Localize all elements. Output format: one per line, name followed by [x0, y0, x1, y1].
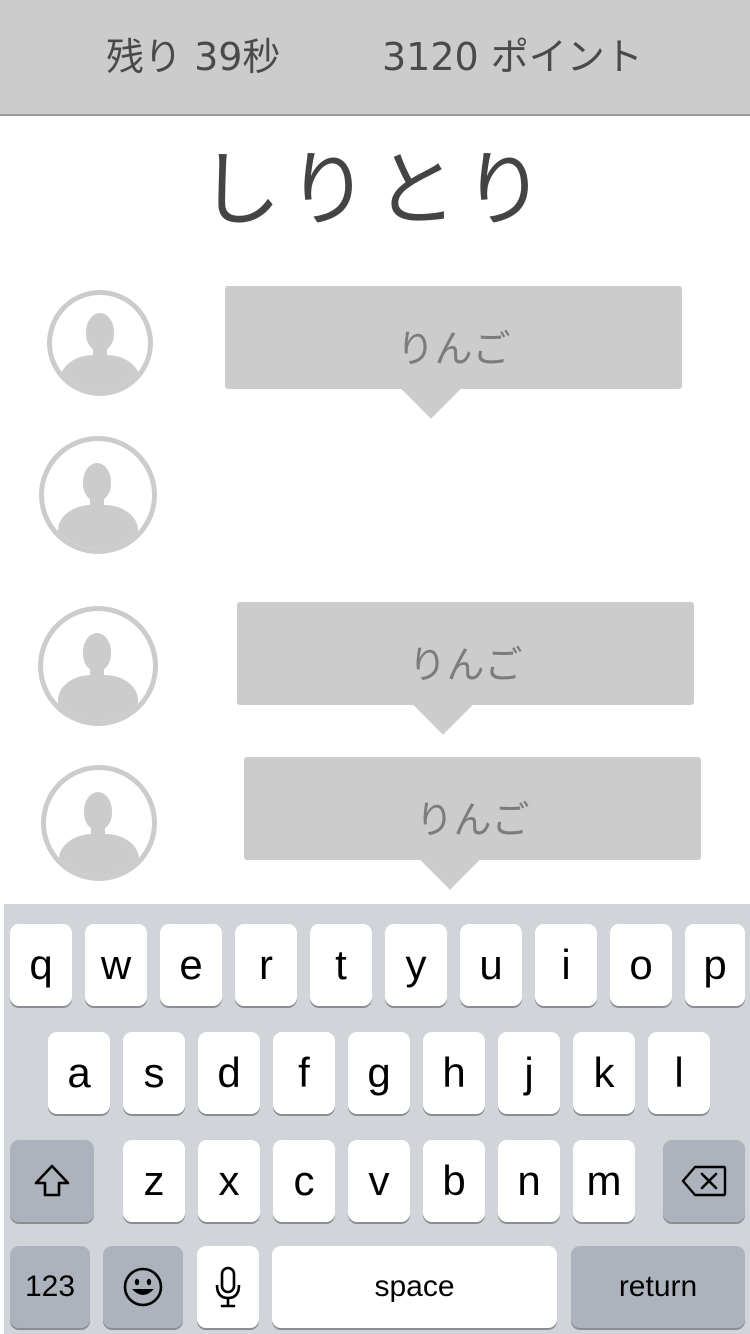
key-c[interactable]: c	[273, 1140, 335, 1222]
key-i[interactable]: i	[535, 924, 597, 1006]
key-f[interactable]: f	[273, 1032, 335, 1114]
key-p[interactable]: p	[685, 924, 745, 1006]
backspace-icon	[681, 1165, 727, 1197]
key-a[interactable]: a	[48, 1032, 110, 1114]
emoji-key[interactable]	[103, 1246, 183, 1328]
space-key[interactable]: space	[272, 1246, 557, 1328]
numbers-key[interactable]: 123	[10, 1246, 90, 1328]
player-avatar-3	[38, 606, 158, 726]
message-bubble-4: りんご	[244, 757, 701, 860]
microphone-icon	[215, 1266, 241, 1308]
points-display: 3120 ポイント	[382, 35, 643, 79]
key-h[interactable]: h	[423, 1032, 485, 1114]
onscreen-keyboard: q w e r t y u i o p a s d f g h j k l z …	[4, 904, 750, 1334]
key-z[interactable]: z	[123, 1140, 185, 1222]
key-v[interactable]: v	[348, 1140, 410, 1222]
status-header: 残り 39秒 3120 ポイント	[0, 0, 750, 116]
key-t[interactable]: t	[310, 924, 372, 1006]
backspace-key[interactable]	[663, 1140, 745, 1222]
player-avatar-4	[41, 765, 157, 881]
key-m[interactable]: m	[573, 1140, 635, 1222]
player-avatar-1	[47, 290, 153, 396]
shift-icon	[34, 1164, 70, 1197]
key-l[interactable]: l	[648, 1032, 710, 1114]
key-n[interactable]: n	[498, 1140, 560, 1222]
key-o[interactable]: o	[610, 924, 672, 1006]
message-bubble-3: りんご	[237, 602, 694, 705]
player-avatar-2	[39, 436, 157, 554]
key-j[interactable]: j	[498, 1032, 560, 1114]
key-r[interactable]: r	[235, 924, 297, 1006]
message-text: りんご	[396, 327, 511, 371]
emoji-icon	[123, 1267, 163, 1307]
key-k[interactable]: k	[573, 1032, 635, 1114]
key-q[interactable]: q	[10, 924, 72, 1006]
message-text: りんご	[408, 643, 523, 687]
key-e[interactable]: e	[160, 924, 222, 1006]
page-title: しりとり	[198, 143, 551, 238]
shift-key[interactable]	[10, 1140, 94, 1222]
key-b[interactable]: b	[423, 1140, 485, 1222]
key-w[interactable]: w	[85, 924, 147, 1006]
key-y[interactable]: y	[385, 924, 447, 1006]
key-s[interactable]: s	[123, 1032, 185, 1114]
key-d[interactable]: d	[198, 1032, 260, 1114]
time-remaining: 残り 39秒	[106, 35, 281, 79]
return-key[interactable]: return	[571, 1246, 745, 1328]
dictation-key[interactable]	[197, 1246, 259, 1328]
key-g[interactable]: g	[348, 1032, 410, 1114]
message-text: りんご	[415, 798, 530, 842]
key-u[interactable]: u	[460, 924, 522, 1006]
message-bubble-1: りんご	[225, 286, 682, 389]
key-x[interactable]: x	[198, 1140, 260, 1222]
